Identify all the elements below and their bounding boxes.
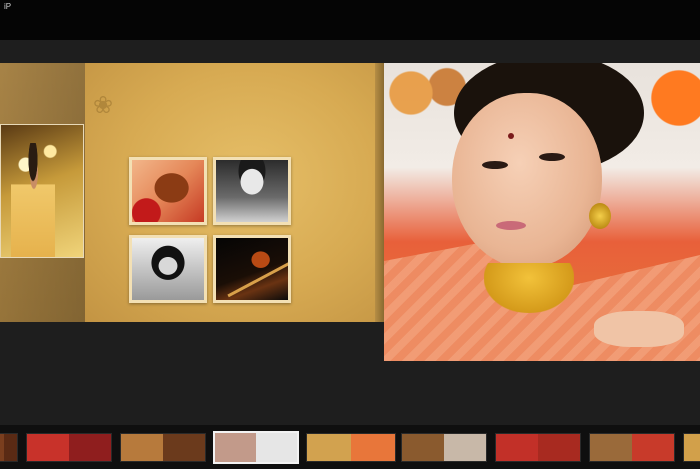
floral-ornament-icon: ❀ — [93, 92, 114, 119]
filmstrip-right-page — [256, 433, 297, 462]
bride-portrait-left[interactable] — [0, 124, 84, 258]
filmstrip-right-page — [538, 434, 580, 461]
filmstrip-left-page — [402, 434, 444, 461]
filmstrip-thumbnail-spread-3[interactable] — [120, 433, 206, 462]
filmstrip-right-page — [444, 434, 486, 461]
bride-closeup-photo[interactable] — [384, 63, 700, 361]
filmstrip-left-page — [307, 434, 351, 461]
status-bar: iP — [0, 0, 700, 40]
filmstrip-left-page — [684, 434, 700, 461]
bride-veil-photo[interactable] — [129, 235, 207, 303]
filmstrip-left-page — [121, 434, 163, 461]
filmstrip-thumbnail-spread-5[interactable] — [306, 433, 396, 462]
filmstrip-thumbnail-spread-6[interactable] — [401, 433, 487, 462]
filmstrip-right-page — [351, 434, 395, 461]
filmstrip-left-page — [590, 434, 632, 461]
filmstrip-right-page — [632, 434, 674, 461]
device-label: iP — [4, 2, 12, 11]
filmstrip-thumbnail-spread-7[interactable] — [495, 433, 581, 462]
filmstrip-left-page — [215, 433, 256, 462]
filmstrip-thumbnail-spread-1[interactable] — [0, 433, 18, 462]
filmstrip-thumbnail-spread-9[interactable] — [683, 433, 700, 462]
filmstrip-left-page — [27, 434, 69, 461]
filmstrip-right-page — [69, 434, 111, 461]
filmstrip-thumbnail-spread-8[interactable] — [589, 433, 675, 462]
filmstrip-thumbnail-spread-4[interactable] — [213, 431, 299, 464]
violin-photo[interactable] — [213, 235, 291, 303]
filmstrip-thumbnail-spread-2[interactable] — [26, 433, 112, 462]
bride-figure — [11, 143, 55, 257]
filmstrip-right-page — [163, 434, 205, 461]
album-spine — [375, 63, 384, 322]
filmstrip — [0, 425, 700, 469]
henna-hands-photo[interactable] — [129, 157, 207, 225]
filmstrip-left-page — [496, 434, 538, 461]
groom-portrait-photo[interactable] — [213, 157, 291, 225]
filmstrip-right-page — [4, 434, 17, 461]
